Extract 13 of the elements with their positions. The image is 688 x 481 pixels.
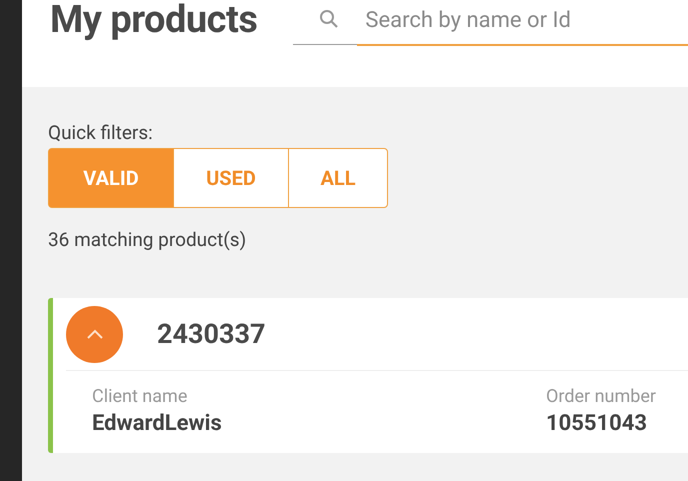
quick-filters-label: Quick filters:	[48, 121, 154, 145]
filter-toggle[interactable]: ALL	[288, 148, 388, 208]
filter-toggle[interactable]: VALID	[48, 148, 174, 208]
search-icon	[319, 9, 340, 29]
field-value: EdwardLewis	[92, 410, 223, 438]
filter-toggle[interactable]: USED	[172, 148, 290, 208]
product-id: 2430337	[157, 318, 266, 350]
field-value: 10551043	[546, 410, 648, 438]
match-count: 36 matching product(s)	[48, 228, 248, 252]
page-title: My products	[50, 0, 258, 42]
field-label: Order number	[546, 385, 656, 409]
search-field[interactable]: Search by name or Id	[365, 8, 606, 32]
field-label: Client name	[92, 385, 188, 409]
